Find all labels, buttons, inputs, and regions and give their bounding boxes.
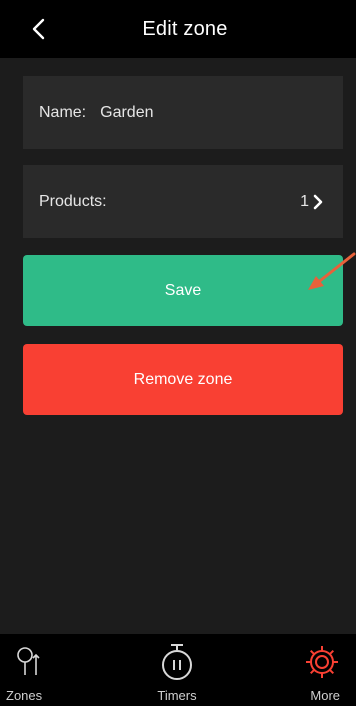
chevron-left-icon	[32, 18, 45, 40]
products-count-group: 1	[300, 193, 323, 211]
page-title: Edit zone	[142, 17, 228, 40]
header-bar: Edit zone	[0, 0, 356, 58]
zone-name-field[interactable]: Name: Garden	[23, 76, 343, 149]
tab-timers-label: Timers	[157, 688, 197, 703]
zones-icon	[14, 642, 48, 682]
save-button[interactable]: Save	[23, 255, 343, 326]
tab-zones-label: Zones	[6, 688, 43, 703]
products-count: 1	[300, 192, 309, 210]
name-value: Garden	[100, 103, 154, 121]
app-screen: Edit zone Name: Garden Products: 1 Save …	[0, 0, 356, 706]
back-button[interactable]	[24, 14, 52, 44]
tab-zones[interactable]: Zones	[0, 634, 123, 706]
gear-icon	[304, 642, 340, 682]
products-row[interactable]: Products: 1	[23, 165, 343, 238]
chevron-right-icon	[313, 194, 323, 209]
tab-bar: Zones Timers More	[0, 634, 356, 706]
annotation-arrow-icon	[308, 252, 356, 290]
remove-zone-button[interactable]: Remove zone	[23, 344, 343, 415]
products-label: Products:	[39, 192, 107, 210]
timer-icon	[159, 642, 195, 682]
tab-more[interactable]: More	[231, 634, 356, 706]
tab-more-label: More	[310, 688, 341, 703]
tab-timers[interactable]: Timers	[123, 634, 232, 706]
name-label: Name:	[39, 103, 87, 121]
